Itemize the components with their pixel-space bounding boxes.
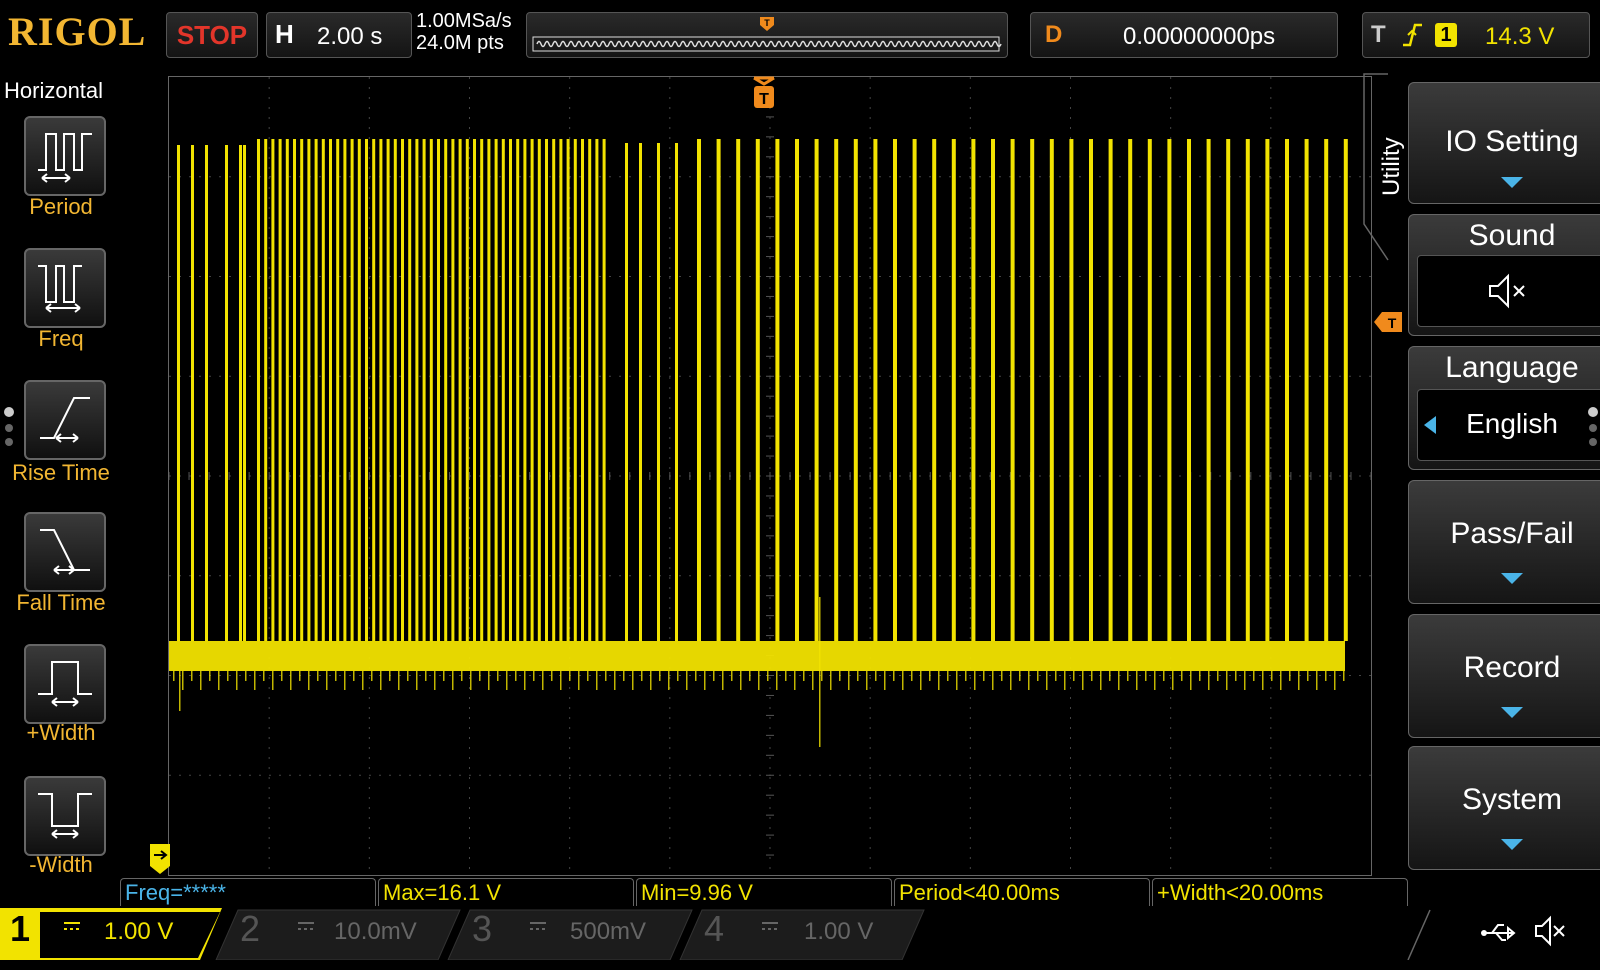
sound-muted-icon xyxy=(1535,915,1565,947)
run-state-label: STOP xyxy=(176,19,248,50)
record-label: Record xyxy=(1463,651,1561,684)
trigger-level-value: 14.3 V xyxy=(1485,23,1555,50)
chevron-down-icon xyxy=(1501,707,1523,718)
waveform-overview[interactable]: T xyxy=(526,12,1008,58)
trigger-position-icon: T xyxy=(753,76,775,108)
period-label: Period xyxy=(29,194,93,219)
fall-time-label: Fall Time xyxy=(16,590,106,615)
acquisition-info: 1.00MSa/s 24.0M pts xyxy=(416,10,512,54)
page-indicator-dots xyxy=(1588,407,1598,446)
language-button[interactable]: Language English xyxy=(1408,346,1600,470)
channel-1-ground-marker-icon xyxy=(150,844,170,874)
svg-text:T: T xyxy=(759,91,769,108)
sound-label: Sound xyxy=(1468,219,1556,252)
usb-icon xyxy=(1481,924,1516,941)
measurement-min[interactable]: Min=9.96 V xyxy=(636,878,892,907)
sound-value-box xyxy=(1417,255,1600,327)
freq-measure-button[interactable] xyxy=(24,248,106,328)
timebase-value: 2.00 s xyxy=(317,23,383,50)
pass-fail-label: Pass/Fail xyxy=(1450,517,1574,550)
waveform-overview-trace: T xyxy=(532,17,1002,52)
trigger-position-marker-icon: T xyxy=(760,17,774,31)
io-setting-button[interactable]: IO Setting xyxy=(1408,82,1600,204)
delay-box[interactable]: D 0.00000000ps xyxy=(1030,12,1338,58)
rise-time-icon xyxy=(40,397,90,443)
measurement-freq[interactable]: Freq=***** xyxy=(120,878,376,907)
period-icon xyxy=(38,133,92,183)
measurement-positive-width[interactable]: +Width<20.00ms xyxy=(1152,878,1408,907)
pass-fail-button[interactable]: Pass/Fail xyxy=(1408,480,1600,604)
run-stop-button[interactable]: STOP xyxy=(166,12,258,58)
horizontal-timebase-box[interactable]: H 2.00 s xyxy=(266,12,412,58)
measurement-period[interactable]: Period<40.00ms xyxy=(894,878,1150,907)
menu-title: Horizontal xyxy=(4,78,104,103)
measurement-max[interactable]: Max=16.1 V xyxy=(378,878,634,907)
trigger-box[interactable]: T 1 14.3 V xyxy=(1362,12,1590,58)
fall-time-icon xyxy=(40,529,90,575)
svg-text:T: T xyxy=(764,18,770,28)
system-button[interactable]: System xyxy=(1408,746,1600,870)
chevron-down-icon xyxy=(1501,839,1523,850)
language-value: English xyxy=(1466,408,1558,439)
fall-time-measure-button[interactable] xyxy=(24,512,106,592)
dc-coupling-icon xyxy=(64,922,80,930)
freq-label: Freq xyxy=(38,326,84,351)
positive-width-icon xyxy=(38,661,92,707)
dc-coupling-icon xyxy=(530,922,546,930)
sound-muted-icon xyxy=(1489,273,1525,309)
negative-width-label: -Width xyxy=(29,852,93,877)
chevron-down-icon xyxy=(1501,573,1523,584)
trigger-channel-badge: 1 xyxy=(1435,23,1457,47)
sample-rate: 1.00MSa/s xyxy=(416,10,512,32)
channel-3-number[interactable]: 3 xyxy=(472,908,492,960)
utility-section-label: Utility xyxy=(1378,137,1405,196)
channel-2-scale[interactable]: 10.0mV xyxy=(334,918,417,970)
io-setting-label: IO Setting xyxy=(1445,125,1579,158)
memory-depth: 24.0M pts xyxy=(416,32,504,54)
delay-value: 0.00000000ps xyxy=(1123,23,1276,50)
channel-1-scale[interactable]: 1.00 V xyxy=(104,918,173,970)
negative-width-measure-button[interactable] xyxy=(24,776,106,856)
rise-time-measure-button[interactable] xyxy=(24,380,106,460)
horizontal-label: H xyxy=(275,19,294,49)
sound-button[interactable]: Sound xyxy=(1408,214,1600,336)
system-label: System xyxy=(1461,783,1563,816)
record-button[interactable]: Record xyxy=(1408,614,1600,738)
trigger-label: T xyxy=(1371,21,1386,48)
rise-time-label: Rise Time xyxy=(12,460,110,485)
period-measure-button[interactable] xyxy=(24,116,106,196)
chevron-down-icon xyxy=(1501,177,1523,188)
channel-4-number[interactable]: 4 xyxy=(704,908,724,960)
page-indicator-dots xyxy=(4,407,14,446)
channel-1-number[interactable]: 1 xyxy=(10,908,30,960)
trace-baseline xyxy=(169,641,1345,671)
rising-edge-icon xyxy=(1403,23,1422,47)
positive-width-measure-button[interactable] xyxy=(24,644,106,724)
frequency-icon xyxy=(38,265,82,313)
dc-coupling-icon xyxy=(762,922,778,930)
negative-width-icon xyxy=(38,793,92,839)
language-label: Language xyxy=(1445,351,1579,384)
waveform-display[interactable] xyxy=(168,76,1372,876)
channel-4-scale[interactable]: 1.00 V xyxy=(804,918,873,970)
language-value-box: English xyxy=(1417,389,1600,461)
waveform-grid xyxy=(168,76,1372,875)
channel-2-number[interactable]: 2 xyxy=(240,908,260,960)
positive-width-label: +Width xyxy=(26,720,96,745)
brand-logo: RIGOL xyxy=(8,9,147,54)
dc-coupling-icon xyxy=(298,922,314,930)
delay-label: D xyxy=(1045,21,1063,48)
channel-3-scale[interactable]: 500mV xyxy=(570,918,646,970)
